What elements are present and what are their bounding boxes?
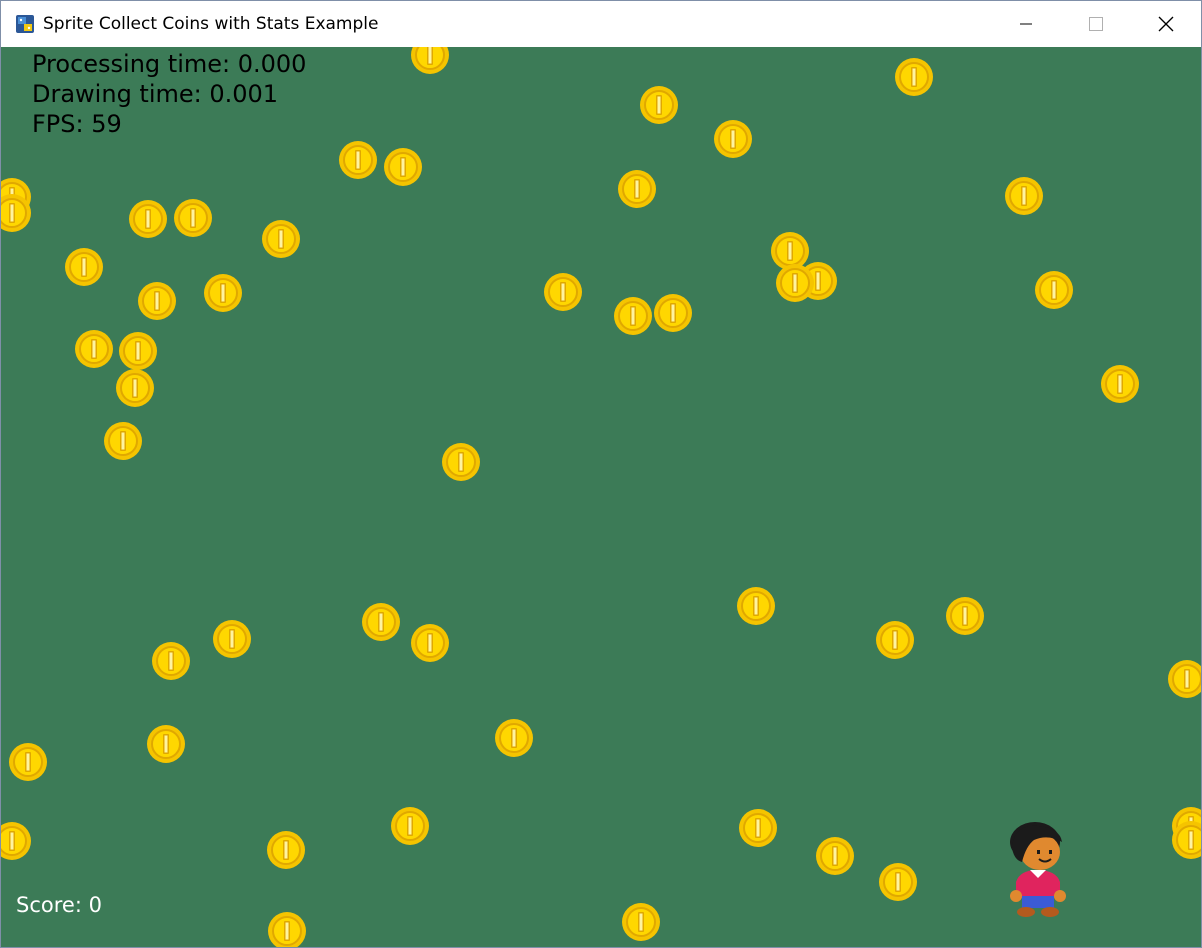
game-canvas[interactable]: Processing time: 0.000 Drawing time: 0.0… [1,47,1201,947]
coin-icon [1101,365,1139,403]
coin-icon [1035,271,1073,309]
fps-text: FPS: 59 [32,110,122,138]
coin-icon [213,620,251,658]
coin-icon [495,719,533,757]
coin-icon [9,743,47,781]
coin-icon [640,86,678,124]
coin-icon [104,422,142,460]
coin-icon [1005,177,1043,215]
coin-icon [75,330,113,368]
python-app-icon [16,15,34,33]
coin-icon [129,200,167,238]
coin-icon [152,642,190,680]
coin-icon [776,264,814,302]
stats-overlay: Processing time: 0.000 Drawing time: 0.0… [32,49,306,139]
player-icon [1010,822,1066,917]
coin-icon [879,863,917,901]
coin-icon [614,297,652,335]
coin-icon [268,912,306,947]
drawing-time-text: Drawing time: 0.001 [32,80,279,108]
coin-icon [267,831,305,869]
close-icon [1158,16,1174,32]
coin-icon [442,443,480,481]
minimize-button[interactable] [991,1,1061,47]
coin-icon [946,597,984,635]
coin-icon [174,199,212,237]
title-bar[interactable]: Sprite Collect Coins with Stats Example [1,1,1201,47]
coin-icon [147,725,185,763]
coin-icon [622,903,660,941]
processing-time-text: Processing time: 0.000 [32,50,307,78]
score-text: Score: 0 [16,893,102,917]
maximize-icon [1089,17,1103,31]
coin-icon [739,809,777,847]
coin-icon [65,248,103,286]
coin-icon [262,220,300,258]
coin-icon [204,274,242,312]
close-button[interactable] [1131,1,1201,47]
coin-icon [411,624,449,662]
coin-icon [411,47,449,74]
coin-icon [544,273,582,311]
coin-icon [391,807,429,845]
coin-icon [654,294,692,332]
coin-icon [618,170,656,208]
coin-icon [737,587,775,625]
window-title: Sprite Collect Coins with Stats Example [43,14,379,34]
app-window: Sprite Collect Coins with Stats Example … [0,0,1202,948]
coin-icon [362,603,400,641]
coin-icon [1172,821,1201,859]
coin-icon [339,141,377,179]
coin-icon [714,120,752,158]
coin-icon [816,837,854,875]
coin-icon [1,822,31,860]
coin-icon [1,194,31,232]
coin-icon [876,621,914,659]
coin-icon [119,332,157,370]
coin-icon [895,58,933,96]
coin-icon [138,282,176,320]
minimize-icon [1020,23,1032,25]
maximize-button[interactable] [1061,1,1131,47]
coin-icon [1168,660,1201,698]
coin-icon [384,148,422,186]
coin-icon [116,369,154,407]
